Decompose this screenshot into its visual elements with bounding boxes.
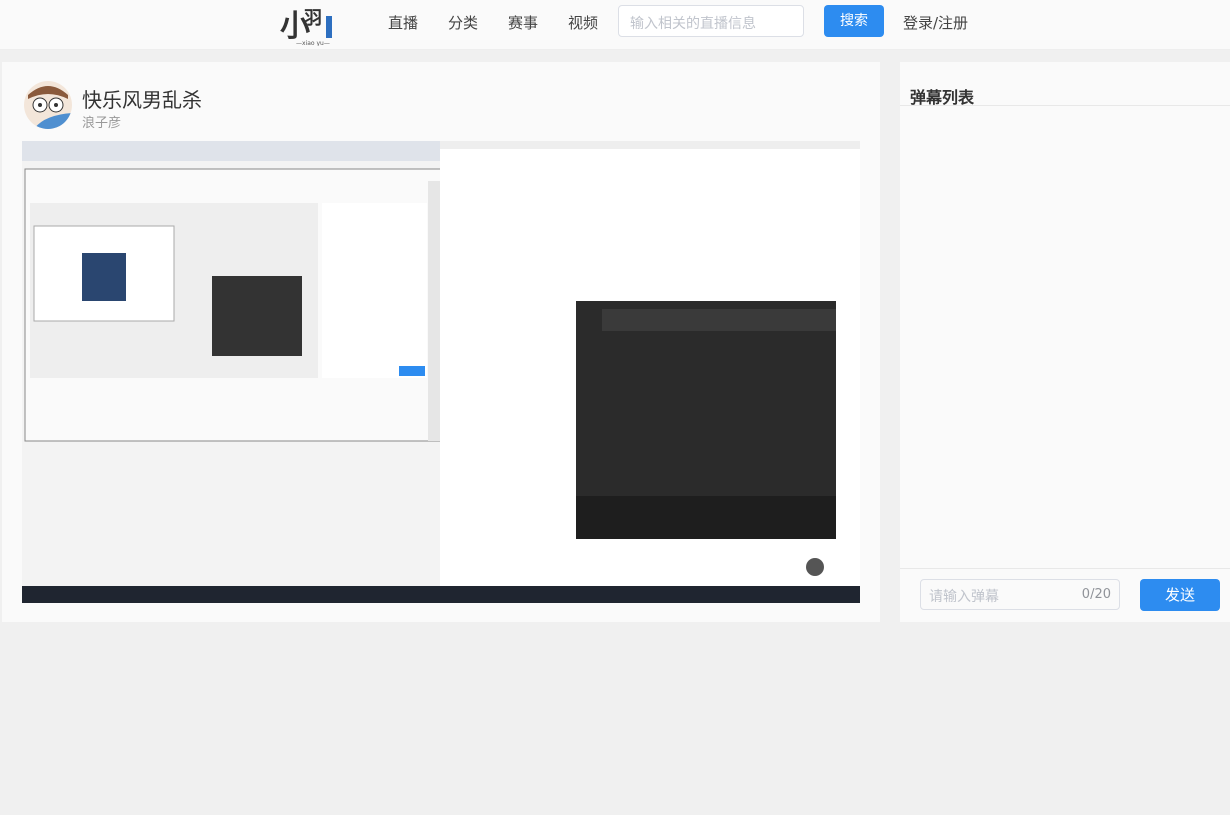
divider bbox=[900, 105, 1230, 106]
video-frame bbox=[22, 141, 860, 603]
danmaku-panel: 弹幕列表 请输入弹幕 0/20 发送 bbox=[900, 62, 1230, 622]
nav-category[interactable]: 分类 bbox=[448, 12, 478, 33]
video-player[interactable] bbox=[22, 141, 860, 603]
anchor-name: 浪子彦 bbox=[82, 116, 122, 131]
nav-events[interactable]: 赛事 bbox=[508, 12, 538, 33]
search-input[interactable]: 输入相关的直播信息 bbox=[618, 5, 804, 37]
char-count: 0/20 bbox=[1081, 587, 1111, 602]
nav-video[interactable]: 视频 bbox=[568, 12, 598, 33]
svg-text:羽: 羽 bbox=[304, 8, 322, 29]
avatar bbox=[24, 81, 72, 129]
danmaku-input[interactable]: 请输入弹幕 0/20 bbox=[920, 579, 1120, 610]
search-button[interactable]: 搜索 bbox=[824, 5, 884, 37]
divider bbox=[900, 568, 1230, 569]
svg-text:—xiao yu—: —xiao yu— bbox=[296, 40, 330, 46]
top-header: 小羽 —xiao yu— 直播 分类 赛事 视频 输入相关的直播信息 搜索 登录/… bbox=[0, 0, 1230, 50]
danmaku-placeholder: 请输入弹幕 bbox=[929, 589, 999, 605]
logo[interactable]: 小羽 —xiao yu— bbox=[278, 2, 346, 47]
room-title: 快乐风男乱杀 bbox=[82, 88, 202, 112]
send-button[interactable]: 发送 bbox=[1140, 579, 1220, 611]
login-register-link[interactable]: 登录/注册 bbox=[903, 12, 968, 33]
nav-live[interactable]: 直播 bbox=[388, 12, 418, 33]
